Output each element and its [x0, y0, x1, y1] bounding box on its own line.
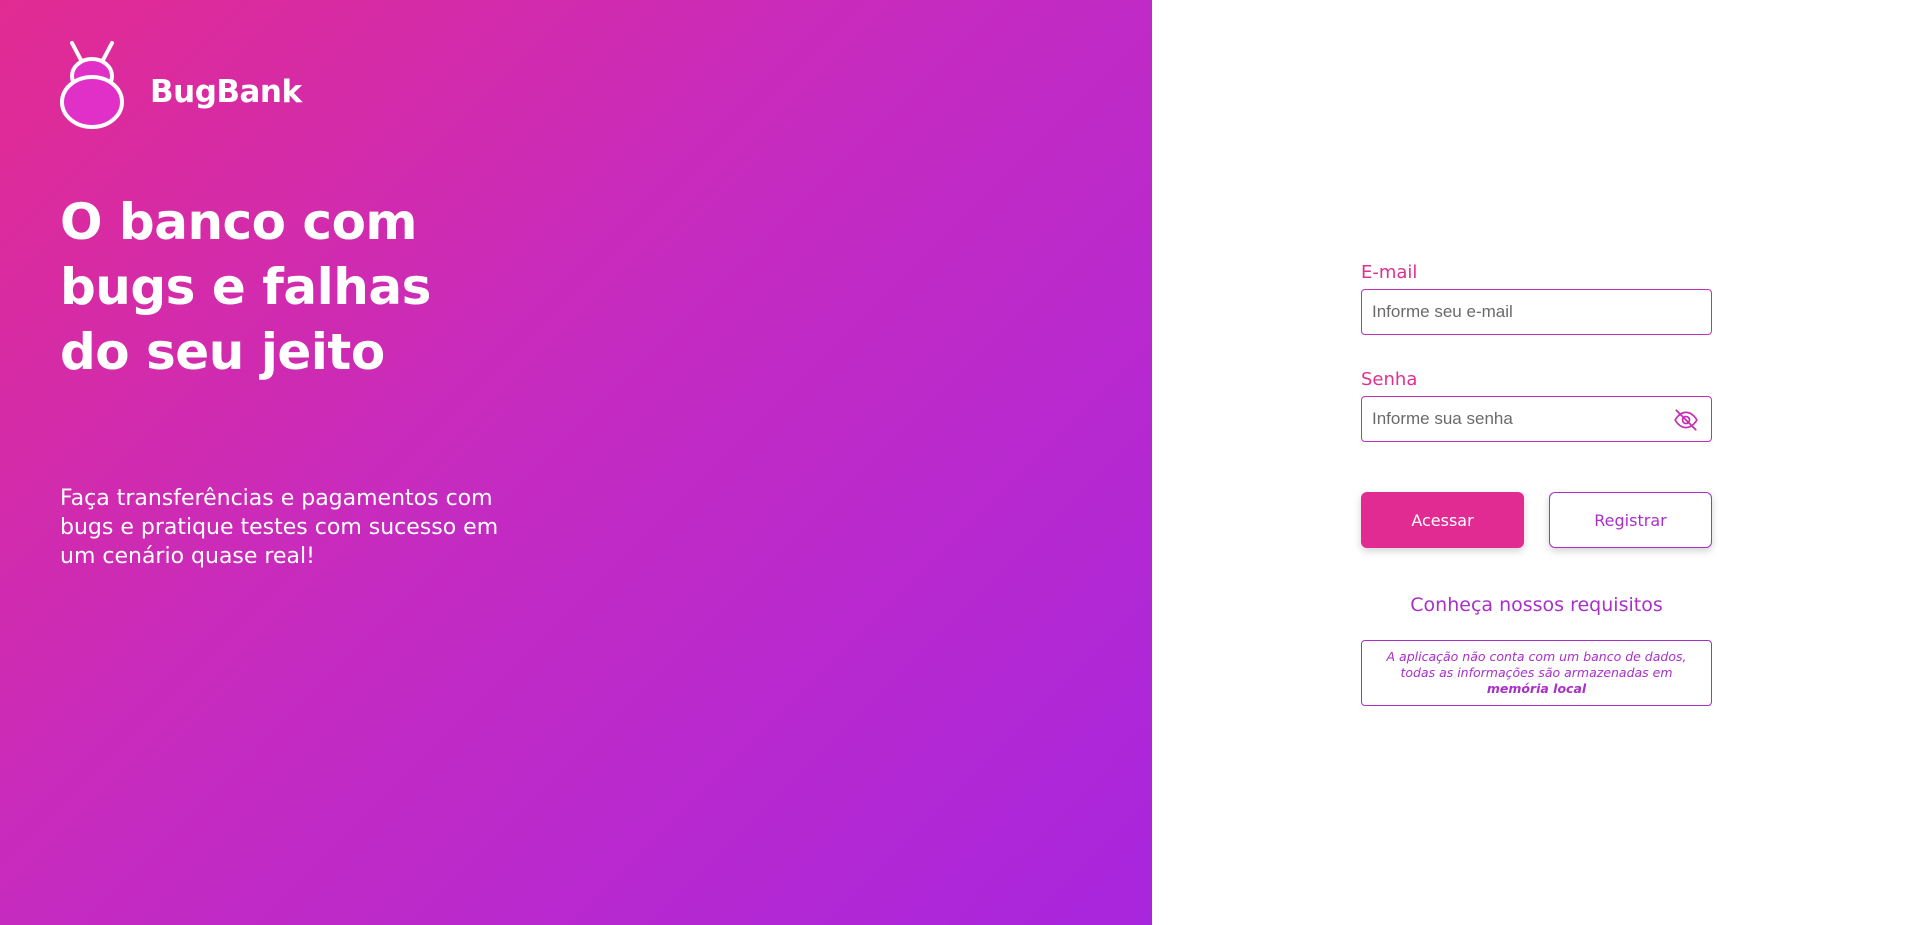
notice-emphasis: memória local	[1486, 681, 1587, 696]
hero-panel: BugBank O banco com bugs e falhas do seu…	[0, 0, 1152, 925]
register-button[interactable]: Registrar	[1549, 492, 1712, 548]
password-field[interactable]	[1362, 397, 1711, 441]
login-button[interactable]: Acessar	[1361, 492, 1524, 548]
headline-line: do seu jeito	[60, 323, 385, 381]
eye-off-icon[interactable]	[1673, 407, 1699, 433]
form-actions: Acessar Registrar	[1361, 492, 1712, 548]
login-form: E-mail Senha Acessar Registrar Conheça n…	[1361, 262, 1712, 706]
local-storage-notice: A aplicação não conta com um banco de da…	[1361, 640, 1712, 706]
password-group: Senha	[1361, 369, 1712, 442]
hero-headline: O banco com bugs e falhas do seu jeito	[60, 190, 431, 385]
headline-line: bugs e falhas	[60, 258, 431, 316]
brand: BugBank	[60, 40, 302, 130]
hero-subtext: Faça transferências e pagamentos com bug…	[60, 486, 499, 569]
password-label: Senha	[1361, 369, 1418, 390]
email-field[interactable]	[1362, 290, 1711, 334]
requirements-link[interactable]: Conheça nossos requisitos	[1361, 594, 1712, 616]
bug-icon	[60, 41, 124, 129]
brand-name: BugBank	[150, 74, 302, 110]
password-field-wrapper	[1361, 396, 1712, 442]
notice-body: A aplicação não conta com um banco de da…	[1386, 649, 1687, 680]
notice-text: A aplicação não conta com um banco de da…	[1372, 649, 1701, 697]
headline-line: O banco com	[60, 193, 418, 251]
email-field-wrapper	[1361, 289, 1712, 335]
email-label: E-mail	[1361, 262, 1418, 283]
email-group: E-mail	[1361, 262, 1712, 335]
